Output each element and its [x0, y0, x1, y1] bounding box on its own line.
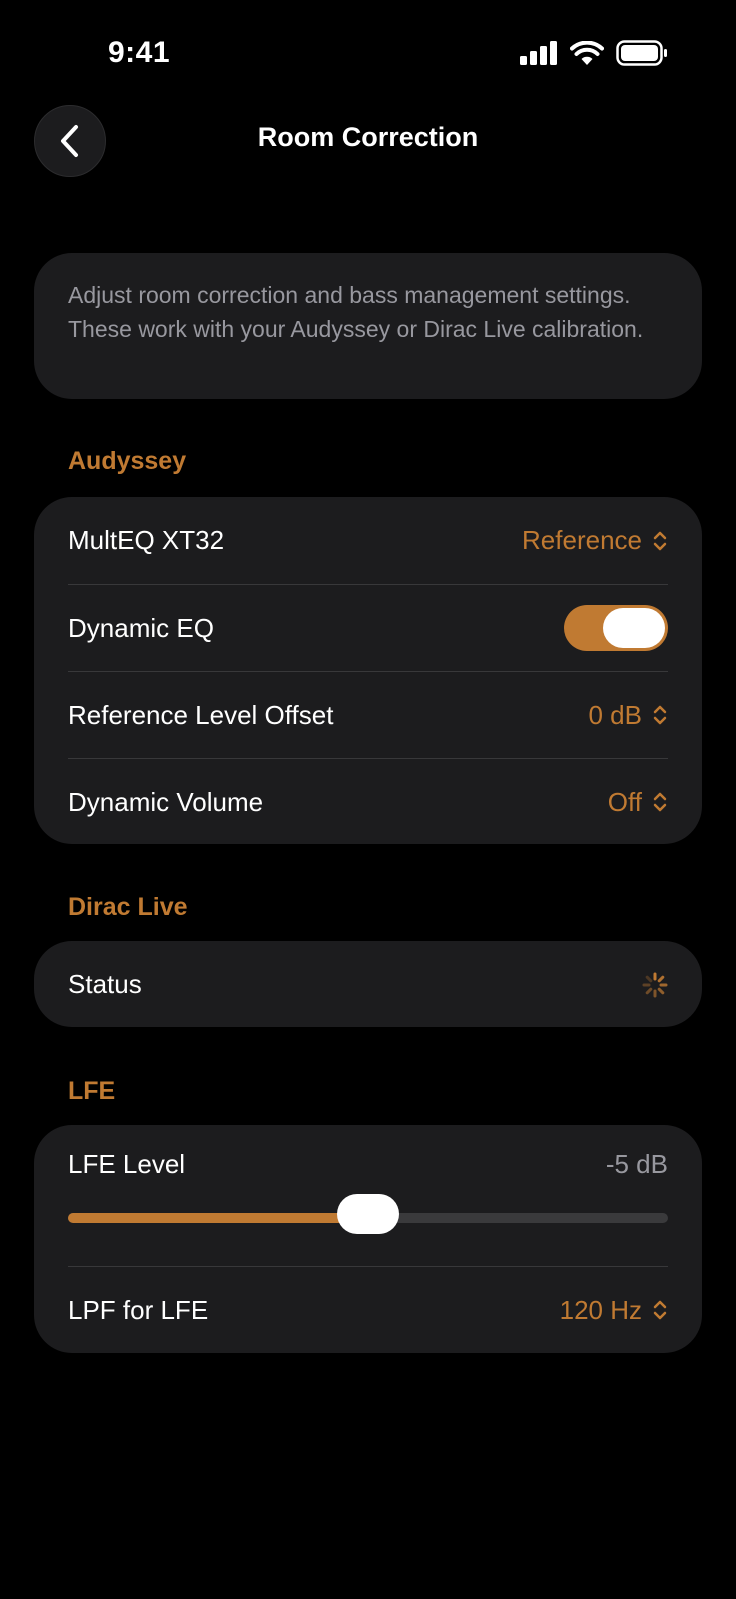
lfe-level-label: LFE Level	[68, 1149, 186, 1179]
dynamic-volume-row[interactable]: Dynamic Volume Off	[68, 758, 668, 845]
lfe-level-slider[interactable]	[68, 1194, 668, 1234]
dynamic-volume-value: Off	[607, 786, 642, 817]
lpf-for-lfe-row[interactable]: LPF for LFE 120 Hz	[68, 1266, 668, 1353]
multeq-picker[interactable]: Reference	[522, 525, 668, 556]
slider-thumb[interactable]	[337, 1194, 399, 1234]
lpf-for-lfe-picker[interactable]: 120 Hz	[560, 1295, 668, 1326]
toggle-knob	[603, 608, 665, 648]
reference-level-offset-label: Reference Level Offset	[68, 699, 334, 730]
battery-icon	[616, 40, 667, 66]
reference-level-offset-row[interactable]: Reference Level Offset 0 dB	[68, 671, 668, 758]
dynamic-eq-toggle[interactable]	[564, 605, 668, 651]
screen: 9:41 Room Correction Adjust room correct…	[0, 0, 736, 1599]
dirac-card: Status	[34, 941, 702, 1027]
section-header-audyssey: Audyssey	[68, 447, 187, 475]
lpf-for-lfe-label: LPF for LFE	[68, 1294, 209, 1325]
reference-level-offset-picker[interactable]: 0 dB	[589, 700, 669, 731]
lpf-for-lfe-value: 120 Hz	[559, 1294, 642, 1325]
section-header-dirac-live: Dirac Live	[68, 893, 188, 921]
intro-card: Adjust room correction and bass manageme…	[34, 253, 702, 399]
dirac-status-label: Status	[68, 969, 142, 999]
cellular-signal-icon	[520, 41, 557, 65]
reference-level-offset-value: 0 dB	[588, 699, 643, 730]
chevron-up-down-icon	[653, 792, 667, 812]
status-icons	[520, 40, 668, 66]
chevron-up-down-icon	[653, 1300, 667, 1320]
multeq-label: MultEQ XT32	[68, 525, 225, 555]
intro-text: Adjust room correction and bass manageme…	[68, 282, 644, 342]
dynamic-eq-row: Dynamic EQ	[68, 584, 668, 671]
dynamic-eq-label: Dynamic EQ	[68, 612, 214, 643]
multeq-value: Reference	[522, 525, 642, 555]
wifi-icon	[570, 41, 604, 65]
slider-fill	[68, 1213, 368, 1223]
lfe-level-row: LFE Level -5 dB	[68, 1125, 668, 1266]
section-header-lfe: LFE	[68, 1077, 116, 1105]
dynamic-volume-label: Dynamic Volume	[68, 786, 264, 817]
lfe-card: LFE Level -5 dB LPF for LFE 120 Hz	[34, 1125, 702, 1353]
chevron-up-down-icon	[653, 705, 667, 725]
dynamic-volume-picker[interactable]: Off	[608, 787, 668, 818]
page-title: Room Correction	[257, 122, 479, 152]
chevron-up-down-icon	[653, 531, 667, 550]
multeq-row[interactable]: MultEQ XT32 Reference	[68, 497, 668, 584]
dirac-status-row: Status	[68, 941, 668, 1028]
status-bar: 9:41	[0, 0, 736, 100]
status-time: 9:41	[108, 36, 171, 69]
lfe-level-value: -5 dB	[605, 1149, 668, 1179]
loading-spinner-icon	[642, 972, 668, 997]
audyssey-card: MultEQ XT32 Reference Dynamic EQ Referen…	[34, 497, 702, 844]
